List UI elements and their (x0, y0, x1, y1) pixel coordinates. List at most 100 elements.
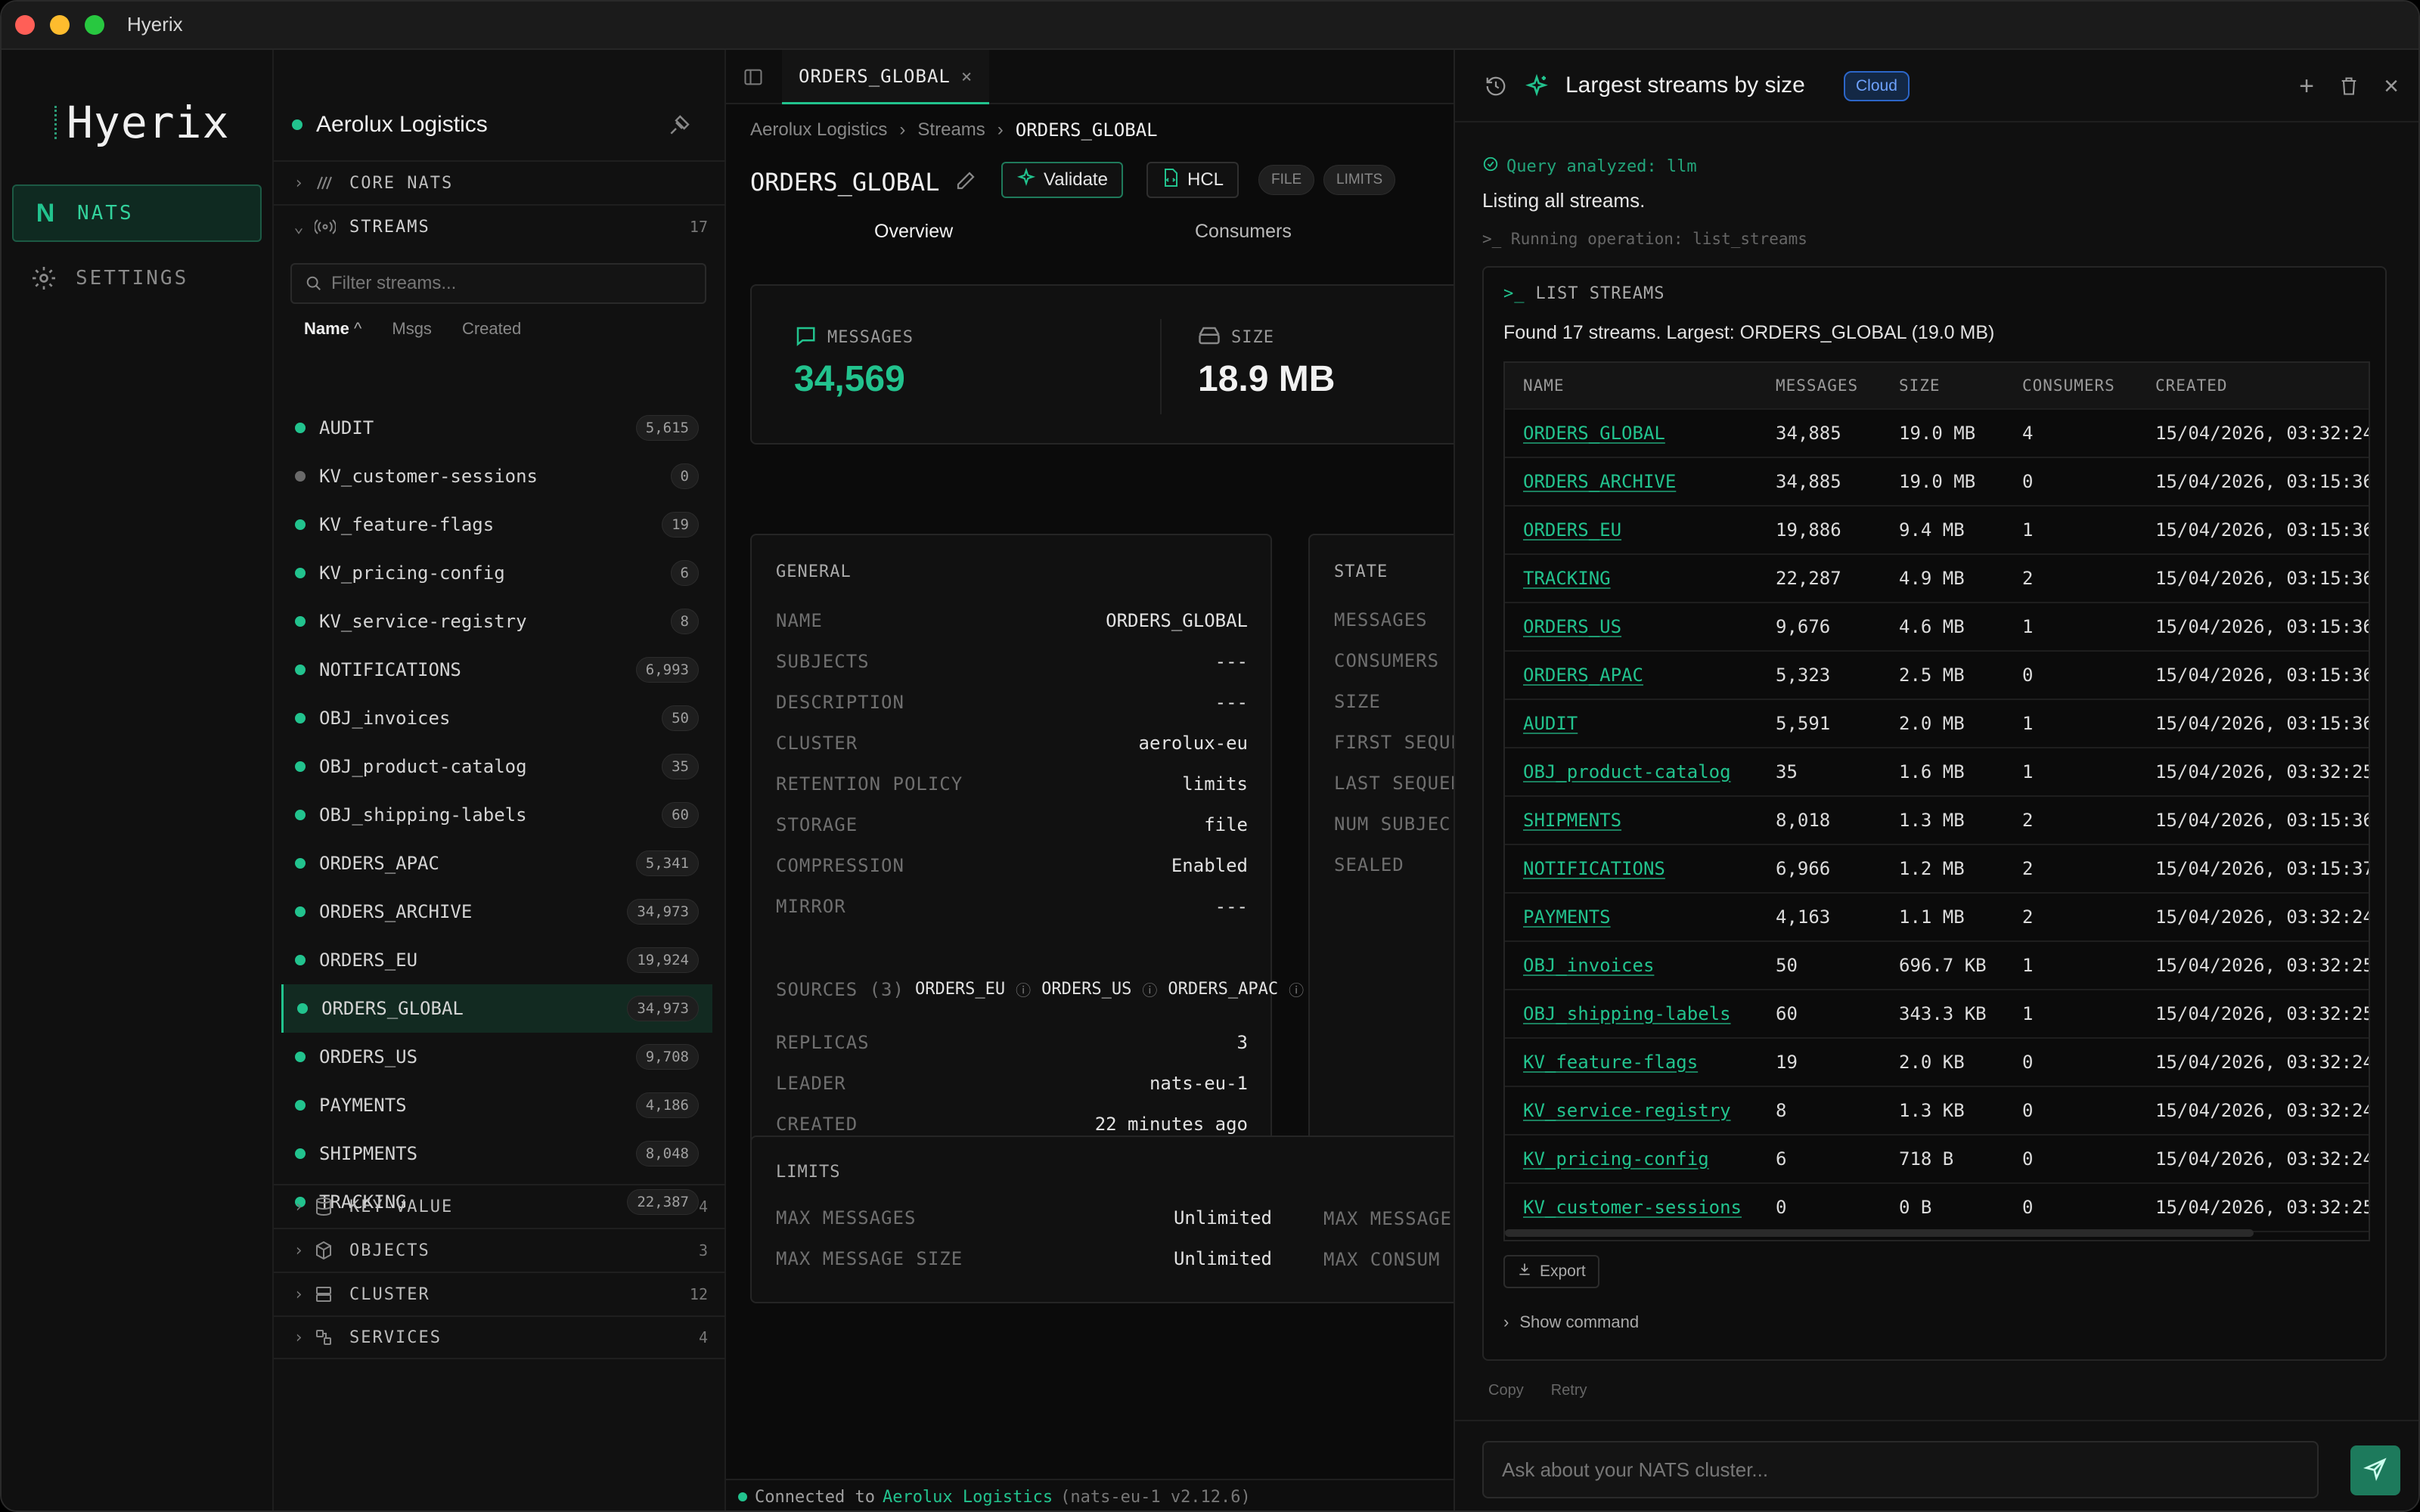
cell-messages: 19,886 (1776, 519, 1841, 541)
stream-item[interactable]: OBJ_shipping-labels 60 (281, 791, 712, 839)
nav-item-settings[interactable]: SETTINGS (12, 249, 262, 307)
sort-by-msgs[interactable]: Msgs (392, 319, 432, 339)
stream-link[interactable]: SHIPMENTS (1523, 810, 1621, 831)
col-created[interactable]: CREATED (2155, 376, 2228, 395)
stream-item[interactable]: PAYMENTS 4,186 (281, 1081, 712, 1129)
stream-link[interactable]: OBJ_shipping-labels (1523, 1003, 1731, 1024)
section-key-value[interactable]: › KEY-VALUE 4 (274, 1184, 726, 1228)
disconnect-plug-icon[interactable] (667, 113, 691, 141)
validate-button[interactable]: Validate (1001, 162, 1123, 198)
filter-placeholder: Filter streams... (331, 273, 457, 293)
stream-item[interactable]: ORDERS_ARCHIVE 34,973 (281, 888, 712, 936)
filter-streams-input[interactable]: Filter streams... (290, 263, 706, 304)
tab-label: ORDERS_GLOBAL (799, 65, 951, 87)
col-consumers[interactable]: CONSUMERS (2022, 376, 2115, 395)
subtab-consumers[interactable]: Consumers (1195, 221, 1292, 243)
gear-icon (29, 263, 59, 293)
col-name[interactable]: NAME (1523, 376, 1565, 395)
stream-link[interactable]: KV_service-registry (1523, 1100, 1731, 1121)
source-link[interactable]: ORDERS_US (1041, 980, 1131, 999)
stream-item[interactable]: KV_service-registry 8 (281, 597, 712, 646)
sort-options: Name ^ Msgs Created (304, 319, 521, 339)
stream-link[interactable]: ORDERS_GLOBAL (1523, 423, 1665, 444)
stream-item[interactable]: ORDERS_GLOBAL 34,973 (281, 984, 712, 1033)
close-tab-icon[interactable]: × (961, 66, 973, 87)
col-messages[interactable]: MESSAGES (1776, 376, 1858, 395)
stream-item[interactable]: SHIPMENTS 8,048 (281, 1129, 712, 1178)
stream-link[interactable]: OBJ_product-catalog (1523, 761, 1731, 782)
logo-mark-icon (54, 106, 64, 139)
source-link[interactable]: ORDERS_EU (915, 980, 1005, 999)
source-link[interactable]: ORDERS_APAC (1168, 980, 1278, 999)
stats-card: MESSAGES 34,569 SIZE 18.9 MB (750, 284, 1506, 445)
subtab-overview[interactable]: Overview (874, 221, 953, 243)
stream-link[interactable]: ORDERS_APAC (1523, 665, 1643, 686)
nav-item-nats[interactable]: N NATS (12, 184, 262, 242)
info-icon[interactable]: ⓘ (1142, 978, 1157, 1000)
stream-link[interactable]: ORDERS_US (1523, 616, 1621, 637)
edit-pencil-icon[interactable] (954, 169, 977, 196)
stream-link[interactable]: KV_pricing-config (1523, 1148, 1709, 1170)
cell-created: 15/04/2026, 03:15:36 (2155, 810, 2370, 831)
stream-item[interactable]: OBJ_product-catalog 35 (281, 742, 712, 791)
stream-item[interactable]: ORDERS_EU 19,924 (281, 936, 712, 984)
cell-consumers: 1 (2022, 713, 2034, 734)
stream-item[interactable]: OBJ_invoices 50 (281, 694, 712, 742)
section-objects[interactable]: › OBJECTS 3 (274, 1228, 726, 1272)
stream-item[interactable]: NOTIFICATIONS 6,993 (281, 646, 712, 694)
status-bar: Connected to Aerolux Logistics (nats-eu-… (726, 1479, 1454, 1510)
stream-link[interactable]: KV_feature-flags (1523, 1052, 1698, 1073)
info-icon[interactable]: ⓘ (1289, 978, 1304, 1000)
tab-orders-global[interactable]: ORDERS_GLOBAL × (782, 50, 990, 104)
stream-item[interactable]: KV_customer-sessions 0 (281, 452, 712, 500)
stream-item[interactable]: AUDIT 5,615 (281, 404, 712, 452)
stream-item[interactable]: ORDERS_APAC 5,341 (281, 839, 712, 888)
horizontal-scrollbar[interactable] (1505, 1229, 2254, 1237)
stream-link[interactable]: PAYMENTS (1523, 906, 1611, 928)
close-panel-icon[interactable]: × (2379, 72, 2403, 101)
ai-chat-input[interactable]: Ask about your NATS cluster... (1482, 1441, 2319, 1498)
state-field-label: SIZE (1334, 691, 1381, 712)
chevron-right-icon: › (293, 1328, 306, 1347)
history-icon[interactable] (1484, 74, 1508, 98)
stream-link[interactable]: TRACKING (1523, 568, 1611, 589)
stream-status-dot (295, 1100, 306, 1111)
stream-link[interactable]: AUDIT (1523, 713, 1578, 734)
general-row: DESCRIPTION --- (776, 682, 1248, 723)
stream-link[interactable]: OBJ_invoices (1523, 955, 1654, 976)
connection-header[interactable]: Aerolux Logistics (292, 112, 488, 138)
stream-link[interactable]: NOTIFICATIONS (1523, 858, 1665, 879)
col-size[interactable]: SIZE (1899, 376, 1941, 395)
close-window-button[interactable] (15, 15, 35, 35)
sort-by-created[interactable]: Created (462, 319, 521, 339)
stream-message-count: 35 (662, 754, 699, 779)
send-button[interactable] (2350, 1445, 2400, 1495)
stream-link[interactable]: KV_customer-sessions (1523, 1197, 1742, 1218)
stream-item[interactable]: KV_feature-flags 19 (281, 500, 712, 549)
minimize-window-button[interactable] (50, 15, 70, 35)
breadcrumb-connection[interactable]: Aerolux Logistics (750, 119, 887, 141)
section-core-nats[interactable]: › CORE NATS (274, 160, 726, 204)
hcl-button[interactable]: HCL (1146, 162, 1239, 198)
export-button[interactable]: Export (1503, 1255, 1599, 1288)
copy-button[interactable]: Copy (1488, 1382, 1524, 1399)
sort-by-name[interactable]: Name ^ (304, 319, 361, 339)
stream-link[interactable]: ORDERS_EU (1523, 519, 1621, 541)
maximize-window-button[interactable] (85, 15, 104, 35)
retry-button[interactable]: Retry (1551, 1382, 1587, 1399)
stream-item[interactable]: ORDERS_US 9,708 (281, 1033, 712, 1081)
new-chat-plus-icon[interactable]: + (2294, 72, 2319, 101)
info-icon[interactable]: ⓘ (1016, 978, 1031, 1000)
trash-icon[interactable] (2337, 74, 2361, 98)
message-icon (794, 325, 817, 350)
stream-item[interactable]: KV_pricing-config 6 (281, 549, 712, 597)
stream-link[interactable]: ORDERS_ARCHIVE (1523, 471, 1676, 492)
table-row: AUDIT 5,591 2.0 MB 1 15/04/2026, 03:15:36 (1505, 700, 2369, 748)
field-value: 3 (1236, 1032, 1248, 1053)
section-cluster[interactable]: › CLUSTER 12 (274, 1272, 726, 1315)
toggle-sidebar-icon[interactable] (743, 67, 764, 91)
breadcrumb-streams[interactable]: Streams (917, 119, 985, 141)
section-streams[interactable]: ⌄ STREAMS 17 (274, 204, 726, 248)
show-command-toggle[interactable]: › Show command (1503, 1312, 1639, 1332)
section-services[interactable]: › SERVICES 4 (274, 1315, 726, 1359)
